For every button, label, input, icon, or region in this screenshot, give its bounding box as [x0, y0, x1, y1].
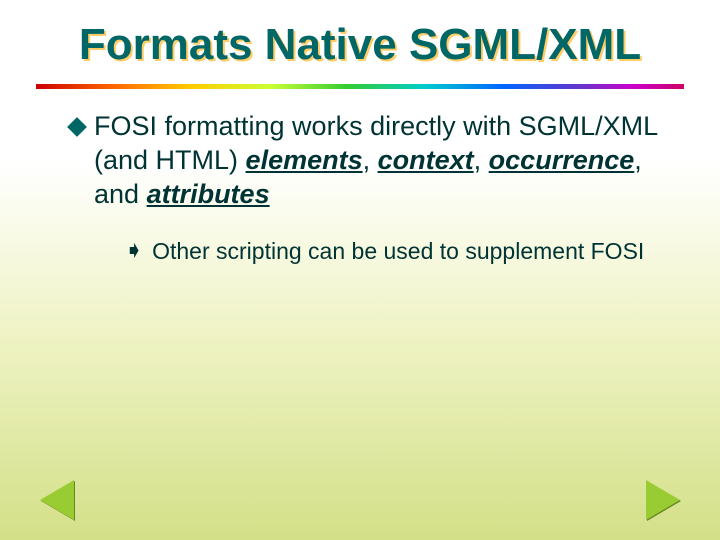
- triangle-right-icon: [646, 480, 680, 520]
- sep1: ,: [363, 145, 378, 175]
- bullet-text: FOSI formatting works directly with SGML…: [94, 110, 660, 211]
- arrow-bullet-icon: ➧: [124, 239, 144, 263]
- bullet-item: FOSI formatting works directly with SGML…: [70, 110, 660, 211]
- content-area: FOSI formatting works directly with SGML…: [70, 110, 660, 266]
- em-elements: elements: [246, 145, 363, 175]
- sep2: ,: [474, 145, 489, 175]
- sub-bullet-text: Other scripting can be used to supplemen…: [152, 237, 644, 266]
- divider-rainbow: [36, 84, 684, 89]
- slide: Formats Native SGML/XML FOSI formatting …: [0, 0, 720, 540]
- em-context: context: [378, 145, 474, 175]
- em-attributes: attributes: [147, 179, 270, 209]
- em-occurrence: occurrence: [489, 145, 635, 175]
- diamond-bullet-icon: [67, 117, 87, 137]
- next-slide-button[interactable]: [646, 480, 680, 520]
- prev-slide-button[interactable]: [40, 480, 74, 520]
- triangle-left-icon: [40, 480, 74, 520]
- sub-bullet-item: ➧ Other scripting can be used to supplem…: [124, 237, 660, 266]
- slide-title: Formats Native SGML/XML: [0, 20, 720, 70]
